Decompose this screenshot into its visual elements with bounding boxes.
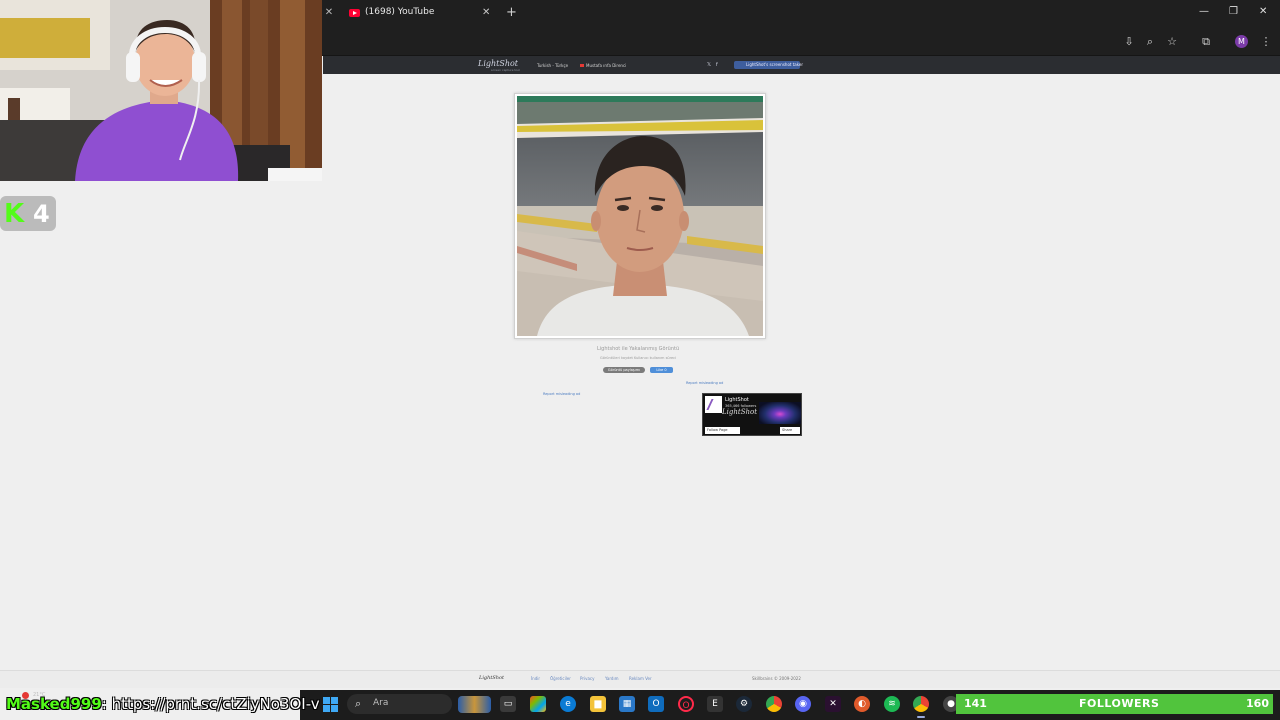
install-app-icon[interactable]: ⇩ bbox=[1122, 35, 1136, 49]
zoom-icon[interactable]: ⌕ bbox=[1143, 35, 1157, 49]
checkbox-save-images[interactable]: Görüntüleri kaydet bbox=[600, 356, 633, 360]
image-caption: Lightshot ile Yakalanmış Görüntü bbox=[597, 346, 680, 352]
footer-link[interactable]: Yardım bbox=[605, 676, 618, 681]
fb-page-name[interactable]: LightShot bbox=[725, 397, 749, 403]
report-ad-link[interactable]: Report misleading ad bbox=[543, 392, 580, 396]
file-explorer-icon[interactable]: ▆ bbox=[590, 696, 606, 712]
search-icon: ⌕ bbox=[355, 697, 362, 710]
report-ad-link[interactable]: Report misleading ad bbox=[686, 381, 723, 385]
selfie-photo bbox=[517, 96, 763, 336]
active-app-indicator bbox=[917, 716, 925, 718]
kick-badge-number: 4 bbox=[33, 200, 50, 228]
chat-username: Masked999 bbox=[6, 695, 102, 713]
share-image-button[interactable]: Görüntü paylaşımı bbox=[603, 367, 645, 373]
store-icon[interactable]: ▦ bbox=[619, 696, 635, 712]
galaxy-cover-image bbox=[759, 402, 801, 424]
menu-kebab-icon[interactable]: ⋮ bbox=[1259, 35, 1273, 49]
footer-copyright: Skillbrains © 2009-2022 bbox=[752, 676, 801, 681]
windows-start-icon[interactable] bbox=[323, 697, 338, 712]
spotify-icon[interactable]: ≋ bbox=[884, 696, 900, 712]
checkbox-usage[interactable]: Kullanıcı kullanım süreci bbox=[634, 356, 676, 360]
steam-icon[interactable]: ⚙ bbox=[736, 696, 752, 712]
lightshot-page-icon bbox=[705, 396, 722, 413]
screenshot-image[interactable] bbox=[514, 93, 766, 339]
footer-link[interactable]: Öğreticiler bbox=[550, 676, 571, 681]
followers-goal-bar: 141 FOLLOWERS 160 bbox=[956, 694, 1273, 714]
download-lightshot-button[interactable]: LightShot's screenshot taker bbox=[734, 61, 803, 69]
language-link[interactable]: Turkish - Türkçe bbox=[537, 63, 568, 68]
chrome-icon[interactable] bbox=[766, 696, 782, 712]
edge-icon[interactable]: e bbox=[560, 696, 576, 712]
twitter-icon[interactable]: 𝕏 bbox=[707, 62, 711, 68]
facebook-icon[interactable]: f bbox=[716, 62, 718, 68]
close-tab-icon[interactable]: ✕ bbox=[323, 7, 335, 19]
footer-link[interactable]: Reklam Ver bbox=[629, 676, 652, 681]
share-button[interactable]: Share bbox=[780, 427, 800, 434]
footer-logo[interactable]: LightShot bbox=[479, 675, 504, 681]
close-window-button[interactable]: ✕ bbox=[1259, 6, 1267, 17]
opera-icon[interactable]: O bbox=[678, 696, 694, 712]
task-view-icon[interactable]: ▭ bbox=[500, 696, 516, 712]
tab-title: (1698) YouTube bbox=[365, 7, 435, 17]
outlook-icon[interactable]: O bbox=[648, 696, 664, 712]
webcam-overlay bbox=[0, 0, 322, 181]
followers-count: 141 bbox=[964, 697, 987, 710]
copilot-icon[interactable] bbox=[530, 696, 546, 712]
footer-link[interactable]: Privacy bbox=[580, 676, 594, 681]
restore-button[interactable]: ❐ bbox=[1229, 6, 1238, 17]
followers-goal: 160 bbox=[1246, 697, 1269, 710]
like-button[interactable]: Like 0 bbox=[650, 367, 673, 373]
lightshot-logo-subtitle: screen capture tool bbox=[491, 68, 521, 72]
bookmark-star-icon[interactable]: ☆ bbox=[1165, 35, 1179, 49]
flag-icon bbox=[580, 64, 584, 67]
taskbar-search[interactable]: ⌕ Ara bbox=[347, 694, 452, 714]
profile-avatar[interactable]: M bbox=[1235, 35, 1248, 48]
search-highlight-image[interactable] bbox=[458, 696, 491, 713]
minimize-button[interactable]: — bbox=[1199, 6, 1209, 17]
facebook-page-widget[interactable]: LightShot 365,466 followers LightShot Fo… bbox=[702, 393, 802, 436]
discord-icon[interactable]: ◉ bbox=[795, 696, 811, 712]
fb-script-logo: LightShot bbox=[722, 408, 758, 416]
lightshot-logo[interactable]: LightShot bbox=[478, 59, 518, 68]
screen: ✕ (1698) YouTube ✕ + — ❐ ✕ ⇩ ⌕ ☆ ⧉ M ⋮ L… bbox=[0, 0, 1280, 720]
adobe-icon[interactable]: ✕ bbox=[825, 696, 841, 712]
extensions-icon[interactable]: ⧉ bbox=[1199, 35, 1213, 49]
tab-close-icon[interactable]: ✕ bbox=[482, 7, 490, 18]
tab-youtube[interactable]: (1698) YouTube ✕ bbox=[343, 3, 498, 25]
header-link[interactable]: Mustafa ırıfa Direnci bbox=[586, 63, 626, 68]
streamer-webcam bbox=[0, 0, 322, 181]
chat-message: Masked999: https://prnt.sc/ctZiyNo3OI-v bbox=[0, 694, 320, 718]
footer-link[interactable]: İndir bbox=[531, 676, 540, 681]
followers-label: FOLLOWERS bbox=[1079, 697, 1160, 710]
search-placeholder: Ara bbox=[373, 698, 389, 708]
obs-like-icon[interactable]: ◐ bbox=[854, 696, 870, 712]
kick-logo-icon: K bbox=[4, 199, 25, 229]
new-tab-button[interactable]: + bbox=[506, 5, 517, 20]
epic-games-icon[interactable]: E bbox=[707, 696, 723, 712]
chrome-profile-icon[interactable] bbox=[913, 696, 929, 712]
chat-text: : https://prnt.sc/ctZiyNo3OI-v bbox=[101, 695, 320, 713]
kick-badge: K 4 bbox=[0, 196, 56, 231]
youtube-icon bbox=[349, 9, 360, 17]
follow-page-button[interactable]: Follow Page bbox=[705, 427, 740, 434]
